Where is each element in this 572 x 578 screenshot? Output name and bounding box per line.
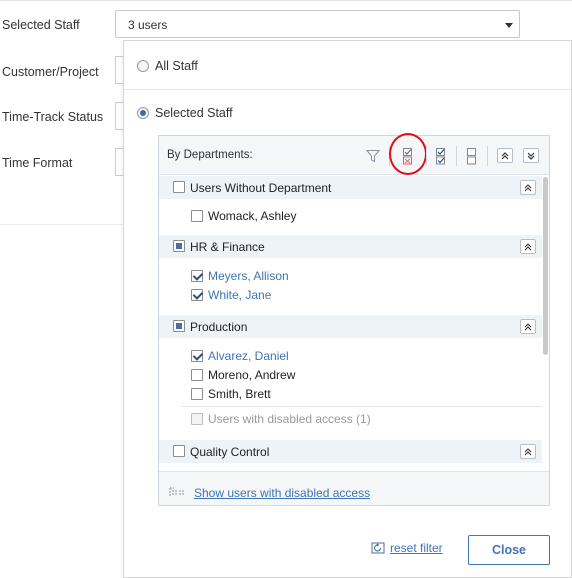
time-track-status-label: Time-Track Status [2,110,104,124]
staff-dropdown-panel: All Staff Selected Staff By Departments: [123,40,572,578]
department-name: Production [190,320,248,334]
user-checkbox[interactable] [191,269,203,282]
user-checkbox[interactable] [191,349,203,362]
collapse-department-icon[interactable] [520,180,536,195]
user-name: Alvarez, Daniel [208,348,289,363]
department-name: HR & Finance [190,240,265,254]
customer-project-label: Customer/Project [2,65,99,79]
department-list: Users Without Department Womack, Ashley … [159,176,542,471]
user-checkbox[interactable] [191,209,203,222]
selected-staff-label: Selected Staff [2,18,80,32]
user-name: Moreno, Andrew [208,367,296,382]
user-checkbox[interactable] [191,387,203,400]
department-checkbox[interactable] [173,320,185,332]
department-row[interactable]: Quality Control [159,440,542,463]
highlight-circle [389,133,427,175]
scrollbar-thumb[interactable] [543,177,548,355]
user-checkbox[interactable] [191,288,203,301]
user-row[interactable]: Meyers, Allison [191,266,289,285]
department-name: Users Without Department [190,181,332,195]
reset-filter-link[interactable]: reset filter [371,541,443,555]
department-name: Quality Control [190,445,270,459]
user-name: Meyers, Allison [208,268,289,283]
user-name: White, Jane [208,287,272,302]
user-row[interactable]: Smith, Brett [191,384,271,403]
filter-icon[interactable] [365,146,381,166]
time-format-label: Time Format [2,156,73,170]
disabled-users-row: Users with disabled access (1) [191,409,371,428]
close-button[interactable]: Close [468,535,550,565]
user-checkbox[interactable] [191,368,203,381]
selected-staff-option-label: Selected Staff [155,106,233,120]
divider [124,89,571,90]
reset-filter-label: reset filter [390,541,443,555]
scrollbar[interactable] [542,176,549,471]
department-row[interactable]: Users Without Department [159,176,542,199]
user-name: Womack, Ashley [208,208,297,223]
collapse-department-icon[interactable] [520,319,536,334]
user-row[interactable]: Moreno, Andrew [191,365,295,384]
left-divider [0,224,123,225]
department-row[interactable]: Production [159,315,542,338]
expand-all-icon[interactable] [497,148,513,163]
department-checkbox[interactable] [173,445,185,457]
department-checkbox[interactable] [173,181,185,193]
tree-toolbar: By Departments: [159,133,549,175]
top-border [0,0,572,1]
user-row[interactable]: Alvarez, Daniel [191,346,289,365]
reset-icon [371,542,385,554]
department-tree: By Departments: Users Without Department… [158,133,550,506]
department-row[interactable]: HR & Finance [159,235,542,258]
toolbar-divider [426,146,427,166]
selected-staff-option[interactable]: Selected Staff [137,106,233,120]
user-row[interactable]: Womack, Ashley [191,206,296,225]
chevron-down-icon [505,23,513,28]
toolbar-divider [456,146,457,166]
tree-footer: Show users with disabled access [159,471,549,505]
all-staff-option[interactable]: All Staff [137,59,198,73]
selected-staff-select[interactable]: 3 users [115,10,520,38]
toolbar-divider [487,146,488,166]
disabled-checkbox [191,412,203,425]
collapse-all-icon[interactable] [523,148,539,163]
disabled-users-icon [169,486,185,500]
divider [181,406,542,407]
group-by-title: By Departments: [167,149,253,161]
all-staff-radio[interactable] [137,60,149,72]
user-row[interactable]: White, Jane [191,285,271,304]
uncheck-all-icon[interactable] [465,146,479,166]
collapse-department-icon[interactable] [520,444,536,459]
selected-staff-radio[interactable] [137,107,149,119]
all-staff-label: All Staff [155,59,198,73]
disabled-users-label: Users with disabled access (1) [208,411,371,426]
selected-staff-value: 3 users [128,18,168,32]
user-name: Smith, Brett [208,386,271,401]
department-checkbox[interactable] [173,240,185,252]
collapse-department-icon[interactable] [520,239,536,254]
show-disabled-users-link[interactable]: Show users with disabled access [194,486,370,500]
check-all-icon[interactable] [433,146,449,166]
